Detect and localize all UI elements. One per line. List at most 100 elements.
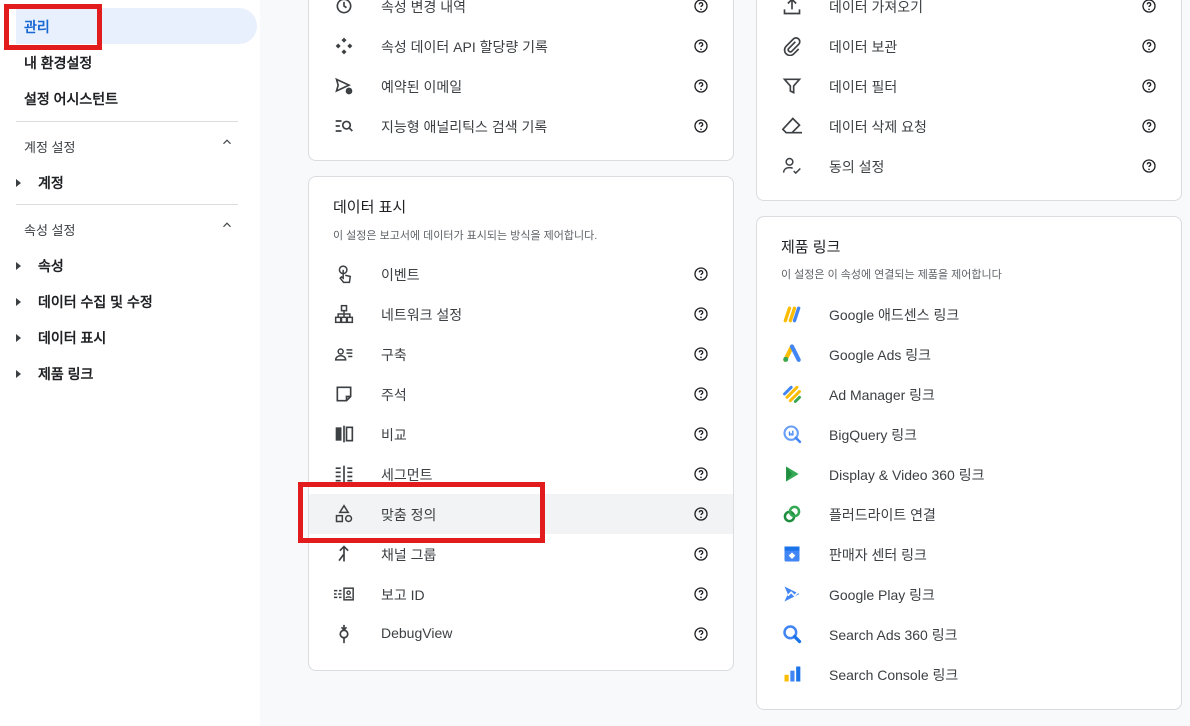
debug-icon xyxy=(333,624,355,644)
list-item-data-deletion[interactable]: 데이터 삭제 요청 xyxy=(757,106,1181,146)
help-icon[interactable] xyxy=(693,0,709,14)
floodlight-logo-icon xyxy=(781,504,803,524)
help-icon[interactable] xyxy=(693,306,709,322)
list-item-change-history[interactable]: 속성 변경 내역 xyxy=(309,0,733,26)
list-item-search-history[interactable]: 지능형 애널리틱스 검색 기록 xyxy=(309,106,733,146)
list-item-search-ads-360-link[interactable]: Search Ads 360 링크 xyxy=(757,614,1181,654)
list-item-label: 데이터 가져오기 xyxy=(829,0,924,15)
account-settings-header[interactable]: 계정 설정 xyxy=(24,137,238,156)
data-collection-card-top: 데이터 가져오기 데이터 보관 데이터 필터 데이터 삭제 요청 동의 설정 xyxy=(756,0,1182,201)
list-item-label: 플러드라이트 연결 xyxy=(829,507,936,523)
list-item-search-console-link[interactable]: Search Console 링크 xyxy=(757,654,1181,694)
segment-icon xyxy=(333,464,355,484)
history-icon xyxy=(333,0,355,16)
list-item-ad-manager-link[interactable]: Ad Manager 링크 xyxy=(757,374,1181,414)
list-item-api-quota[interactable]: 속성 데이터 API 할당량 기록 xyxy=(309,26,733,66)
list-item-merchant-center-link[interactable]: 판매자 센터 링크 xyxy=(757,534,1181,574)
sidebar-item-data-display-label: 데이터 표시 xyxy=(38,330,107,346)
list-item-adsense-link[interactable]: Google 애드센스 링크 xyxy=(757,294,1181,334)
card-description: 이 설정은 보고서에 데이터가 표시되는 방식을 제어합니다. xyxy=(333,230,598,242)
list-item-label: 네트워크 설정 xyxy=(381,307,463,323)
sidebar-item-account-label: 계정 xyxy=(38,175,64,191)
list-item-label: Search Ads 360 링크 xyxy=(829,627,958,643)
list-item-data-import[interactable]: 데이터 가져오기 xyxy=(757,0,1181,26)
highlight-box-admin xyxy=(4,4,102,50)
list-item-data-filters[interactable]: 데이터 필터 xyxy=(757,66,1181,106)
list-item-network-settings[interactable]: 네트워크 설정 xyxy=(309,294,733,334)
sidebar-item-property[interactable]: 속성 xyxy=(16,256,64,276)
help-icon[interactable] xyxy=(693,386,709,402)
list-item-data-retention[interactable]: 데이터 보관 xyxy=(757,26,1181,66)
list-item-events[interactable]: 이벤트 xyxy=(309,254,733,294)
help-icon[interactable] xyxy=(693,626,709,642)
list-item-label: 동의 설정 xyxy=(829,159,885,175)
compare-icon xyxy=(333,424,355,444)
product-links-card: 제품 링크 이 설정은 이 속성에 연결되는 제품을 제어합니다 Google … xyxy=(756,216,1182,710)
help-icon[interactable] xyxy=(693,426,709,442)
nav-item-preferences[interactable]: 내 환경설정 xyxy=(24,53,92,73)
sidebar-item-data-display[interactable]: 데이터 표시 xyxy=(16,328,106,348)
nav-item-setup-assistant[interactable]: 설정 어시스턴트 xyxy=(24,89,118,109)
list-item-label: Search Console 링크 xyxy=(829,667,959,683)
list-item-annotations[interactable]: 주석 xyxy=(309,374,733,414)
list-item-reporting-id[interactable]: 보고 ID xyxy=(309,574,733,614)
list-item-google-play-link[interactable]: Google Play 링크 xyxy=(757,574,1181,614)
help-icon[interactable] xyxy=(1141,118,1157,134)
list-item-label: 예약된 이메일 xyxy=(381,79,463,95)
sidebar-item-account[interactable]: 계정 xyxy=(16,173,64,193)
list-item-label: Ad Manager 링크 xyxy=(829,387,935,403)
help-icon[interactable] xyxy=(693,346,709,362)
consent-icon xyxy=(781,156,803,176)
help-icon[interactable] xyxy=(693,506,709,522)
merge-icon xyxy=(333,544,355,564)
list-item-dv360-link[interactable]: Display & Video 360 링크 xyxy=(757,454,1181,494)
list-item-consent-settings[interactable]: 동의 설정 xyxy=(757,146,1181,186)
list-item-bigquery-link[interactable]: BigQuery 링크 xyxy=(757,414,1181,454)
network-icon xyxy=(333,304,355,324)
help-icon[interactable] xyxy=(693,38,709,54)
chevron-up-icon xyxy=(223,222,231,228)
list-item-label: DebugView xyxy=(381,625,453,641)
help-icon[interactable] xyxy=(693,118,709,134)
sidebar-item-data-collection[interactable]: 데이터 수집 및 수정 xyxy=(16,292,153,312)
dv360-logo-icon xyxy=(781,464,803,484)
card-title: 데이터 표시 xyxy=(333,199,407,216)
help-icon[interactable] xyxy=(693,266,709,282)
account-settings-heading: 계정 설정 xyxy=(24,140,76,155)
sidebar-item-product-links[interactable]: 제품 링크 xyxy=(16,364,93,384)
list-item-scheduled-email[interactable]: 예약된 이메일 xyxy=(309,66,733,106)
list-item-debugview[interactable]: DebugView xyxy=(309,614,733,654)
property-settings-header[interactable]: 속성 설정 xyxy=(24,220,238,239)
card-title: 제품 링크 xyxy=(781,239,841,256)
list-item-compare[interactable]: 비교 xyxy=(309,414,733,454)
list-item-label: 데이터 필터 xyxy=(829,79,898,95)
help-icon[interactable] xyxy=(693,466,709,482)
list-item-label: Google Play 링크 xyxy=(829,587,935,603)
help-icon[interactable] xyxy=(1141,38,1157,54)
google-play-logo-icon xyxy=(781,584,803,604)
list-item-google-ads-link[interactable]: Google Ads 링크 xyxy=(757,334,1181,374)
highlight-box-custom-definitions xyxy=(298,482,545,543)
filter-icon xyxy=(781,76,803,96)
list-item-audiences[interactable]: 구축 xyxy=(309,334,733,374)
upload-icon xyxy=(781,0,803,16)
help-icon[interactable] xyxy=(693,586,709,602)
list-item-label: 속성 변경 내역 xyxy=(381,0,467,15)
sidebar-divider xyxy=(16,204,238,205)
data-display-card: 데이터 표시 이 설정은 보고서에 데이터가 표시되는 방식을 제어합니다. 이… xyxy=(308,176,734,671)
touch-icon xyxy=(333,264,355,284)
help-icon[interactable] xyxy=(1141,0,1157,14)
help-icon[interactable] xyxy=(1141,78,1157,94)
list-item-label: BigQuery 링크 xyxy=(829,427,918,443)
list-item-label: 데이터 보관 xyxy=(829,39,898,55)
help-icon[interactable] xyxy=(693,546,709,562)
caret-right-icon xyxy=(16,334,21,342)
audience-icon xyxy=(333,344,355,364)
merchant-center-logo-icon xyxy=(781,544,803,564)
list-item-floodlight-link[interactable]: 플러드라이트 연결 xyxy=(757,494,1181,534)
help-icon[interactable] xyxy=(693,78,709,94)
caret-right-icon xyxy=(16,298,21,306)
eraser-icon xyxy=(781,116,803,136)
search-console-logo-icon xyxy=(781,664,803,684)
help-icon[interactable] xyxy=(1141,158,1157,174)
